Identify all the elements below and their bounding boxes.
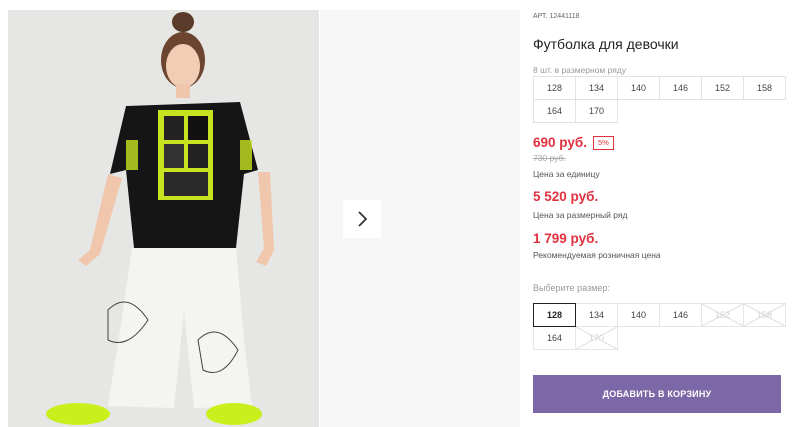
- pack-size-cell: 140: [618, 77, 660, 100]
- unit-price-caption: Цена за единицу: [533, 169, 600, 179]
- size-option-label: 134: [588, 310, 605, 320]
- size-option-170: 170: [575, 326, 618, 350]
- sku-value: 12441118: [549, 13, 580, 20]
- unavailable-cross-icon: [576, 327, 617, 349]
- pack-price: 5 520 руб.: [533, 189, 599, 204]
- unavailable-cross-icon: [702, 304, 743, 326]
- size-selector: 128 134 140 146 152158 164 170: [533, 303, 786, 350]
- product-info: АРТ. 12441118 Футболка для девочки 8 шт.…: [533, 0, 793, 427]
- size-option-label: 140: [630, 310, 647, 320]
- pack-sizes-table: 128 134 140 146 152 158 164 170: [533, 76, 786, 123]
- size-option-label: 146: [672, 310, 689, 320]
- sku-label: АРТ.: [533, 13, 548, 20]
- add-to-cart-button[interactable]: Добавить в корзину: [533, 375, 781, 413]
- size-option-label: 128: [546, 310, 563, 320]
- size-option-134[interactable]: 134: [575, 303, 618, 327]
- size-option-152: 152: [701, 303, 744, 327]
- retail-price-caption: Рекомендуемая розничная цена: [533, 250, 661, 260]
- chevron-right-icon: [358, 211, 368, 227]
- pack-size-cell: 170: [576, 100, 618, 123]
- size-option-140[interactable]: 140: [617, 303, 660, 327]
- size-option-128[interactable]: 128: [533, 303, 576, 327]
- sku: АРТ. 12441118: [533, 13, 580, 20]
- unit-price: 690 руб.: [533, 135, 587, 150]
- product-photo[interactable]: [8, 10, 319, 427]
- pack-price-caption: Цена за размерный ряд: [533, 210, 628, 220]
- size-option-label: 164: [546, 333, 563, 343]
- gallery-next-button[interactable]: [343, 200, 381, 238]
- pack-size-cell: 146: [660, 77, 702, 100]
- retail-price: 1 799 руб.: [533, 231, 599, 246]
- old-price: 730 руб.: [533, 153, 566, 163]
- size-selector-label: Выберите размер:: [533, 283, 610, 293]
- size-option-164[interactable]: 164: [533, 326, 576, 350]
- size-option-146[interactable]: 146: [659, 303, 702, 327]
- pack-note: 8 шт. в размерном ряду: [533, 65, 627, 75]
- product-title: Футболка для девочки: [533, 36, 679, 52]
- size-option-158: 158: [743, 303, 786, 327]
- unavailable-cross-icon: [744, 304, 785, 326]
- pack-size-cell: 158: [744, 77, 786, 100]
- pack-size-cell: 134: [576, 77, 618, 100]
- pack-size-cell: 164: [534, 100, 576, 123]
- product-gallery: [0, 0, 520, 427]
- pack-size-cell: 128: [534, 77, 576, 100]
- discount-badge: 5%: [593, 136, 614, 150]
- product-photo-illustration: [8, 10, 319, 427]
- pack-size-cell: 152: [702, 77, 744, 100]
